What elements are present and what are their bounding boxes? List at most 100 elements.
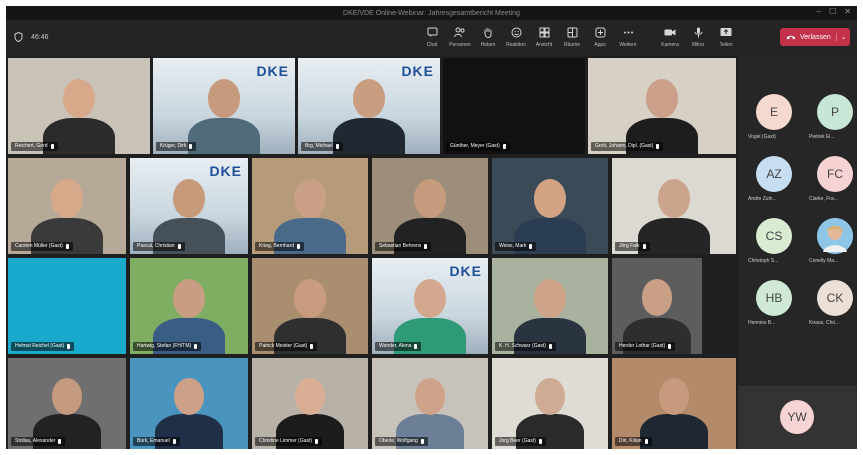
person-photo-icon [817,218,853,254]
avatar-name: Conelly Ma... [809,258,839,264]
participant-avatar[interactable]: E [756,94,792,130]
mic-icon [297,244,301,249]
participant-video-tile[interactable]: Stollau, Alexander [8,358,126,449]
participant-avatar[interactable]: FC [817,156,853,192]
participant-head [658,378,690,416]
participant-body [333,117,405,154]
participant-video-tile[interactable]: Helmut Reichel (Gast) [8,258,126,354]
participant-photo-avatar[interactable] [817,218,853,254]
toolbar-button-label: Kamera [661,42,679,48]
toolbar-button-label: Mikro [691,42,705,48]
kamera-button[interactable]: Kamera [656,22,684,54]
participant-video-tile[interactable]: Weiss, Mark [492,158,608,254]
participant-head [413,179,447,219]
participant-name: Jörg Falk [619,243,640,249]
meeting-toolbar: 46:46 Chat Personen Heben Reaktion Ansicht Rä… [6,20,857,56]
leave-button[interactable]: Verlassen ⌄ [780,28,850,46]
avatar-name: Clarke, Fra... [809,196,838,202]
mic-icon [644,439,648,444]
participant-name-tag: Carsten Müller (Gast) [11,242,73,251]
mic-icon [172,439,176,444]
avatar-name: Hennies B... [748,320,776,326]
participant-video-tile[interactable]: Carsten Müller (Gast) [8,158,126,254]
toolbar-button-label: Apps [594,42,606,48]
avatar-initials: FC [827,167,843,181]
personen-button[interactable]: Personen [446,22,474,54]
apps-button[interactable]: Apps [586,22,614,54]
ansicht-button[interactable]: Ansicht [530,22,558,54]
participant-video-tile[interactable]: Groh, Johann, Dipl. (Gast) [588,58,736,154]
participant-name: Krüger, Dirk [160,143,187,149]
mic-icon [194,344,198,349]
self-initials: YW [787,410,807,424]
avatar-name: Christoph S... [748,258,779,264]
toolbar-button-label: Ansicht [535,42,553,48]
participant-video-tile[interactable]: DKE Krüger, Dirk [153,58,295,154]
chat-button[interactable]: Chat [418,22,446,54]
participant-name-tag: Christine Limmer (Gast) [255,437,323,446]
räume-button[interactable]: Räume [558,22,586,54]
participant-video-tile[interactable]: Christine Limmer (Gast) [252,358,368,449]
teilen-button[interactable]: Teilen [712,22,740,54]
minimize-button[interactable]: – [817,7,821,16]
participant-video-tile[interactable]: Krieg, Bernhard [252,158,368,254]
chat-icon [425,25,439,39]
participant-video-tile[interactable]: DKE Pascal, Christian [130,158,248,254]
participant-video-tile[interactable]: Herder Lothar (Gast) [612,258,702,354]
avatar-initials: CS [765,229,783,243]
participant-name: Carsten Müller (Gast) [15,243,63,249]
participant-video-tile[interactable]: Hartwig, Stefan (FH/TM) [130,258,248,354]
close-button[interactable]: ✕ [844,7,851,16]
meeting-window: DKE/VDE Online-Webinar: Jahresgesamtberi… [6,6,857,449]
mic-icon [656,144,660,149]
participant-name: Wender, Alena [379,343,412,349]
avatar-initials: AZ [766,167,782,181]
mikro-button[interactable]: Mikro [684,22,712,54]
self-view[interactable]: YW [738,386,857,449]
participant-video-tile[interactable]: Patrick Meister (Gast) [252,258,368,354]
participant-name-tag: Hartwig, Stefan (FH/TM) [133,342,202,351]
participant-name-tag: Oberle, Wolfgang [375,437,428,446]
participant-avatar[interactable]: HB [756,280,792,316]
participant-name-tag: K. H. Schwarz (Gast) [495,342,556,351]
raise-hand-icon [481,25,495,39]
participant-name-tag: Jörg Falk [615,242,650,251]
mic-icon [548,344,552,349]
heben-button[interactable]: Heben [474,22,502,54]
toolbar-button-label: Weitere [619,42,637,48]
mic-icon [529,244,533,249]
chevron-down-icon[interactable]: ⌄ [836,33,850,41]
reaktion-button[interactable]: Reaktion [502,22,530,54]
participant-name: Patrick Meister (Gast) [259,343,308,349]
participant-video-tile[interactable]: Sebastian Behrens [372,158,488,254]
participant-name: Günther, Meyer (Gast) [450,143,500,149]
maximize-button[interactable]: ☐ [829,7,836,16]
participant-video-tile[interactable]: Reichert, Gerd [8,58,150,154]
participant-avatar[interactable]: P [817,94,853,130]
participant-head [352,79,386,119]
participant-avatar[interactable]: CK [817,280,853,316]
participant-video-tile[interactable]: Jorg Beer (Gast) [492,358,608,449]
more-icon [621,25,635,39]
mic-icon [58,439,62,444]
participant-video-tile[interactable]: DKE Brg, Michael [298,58,440,154]
avatar-name: Knaus, Chri... [809,320,840,326]
participant-name: Dirl, Kilian [619,438,642,444]
participant-video-tile[interactable]: Jörg Falk [612,158,736,254]
participant-name: Hartwig, Stefan (FH/TM) [137,343,192,349]
avatar-name: Andre Zuln... [748,196,777,202]
self-avatar: YW [780,400,814,434]
participant-video-tile[interactable]: K. H. Schwarz (Gast) [492,258,608,354]
weitere-button[interactable]: Weitere [614,22,642,54]
phone-hangup-icon [786,35,796,40]
participant-video-tile[interactable]: Oberle, Wolfgang [372,358,488,449]
participant-video-tile[interactable]: Dirl, Kilian [612,358,736,449]
participant-video-tile[interactable]: Bürk, Emanuel [130,358,248,449]
participant-avatar[interactable]: AZ [756,156,792,192]
participant-avatar[interactable]: CS [756,218,792,254]
participant-video-tile[interactable]: DKE Wender, Alena [372,258,488,354]
participant-name: Christine Limmer (Gast) [259,438,313,444]
participant-video-tile[interactable]: Günther, Meyer (Gast) [443,58,585,154]
participant-name: Bürk, Emanuel [137,438,170,444]
toolbar-buttons: Chat Personen Heben Reaktion Ansicht Räume App… [418,22,740,54]
